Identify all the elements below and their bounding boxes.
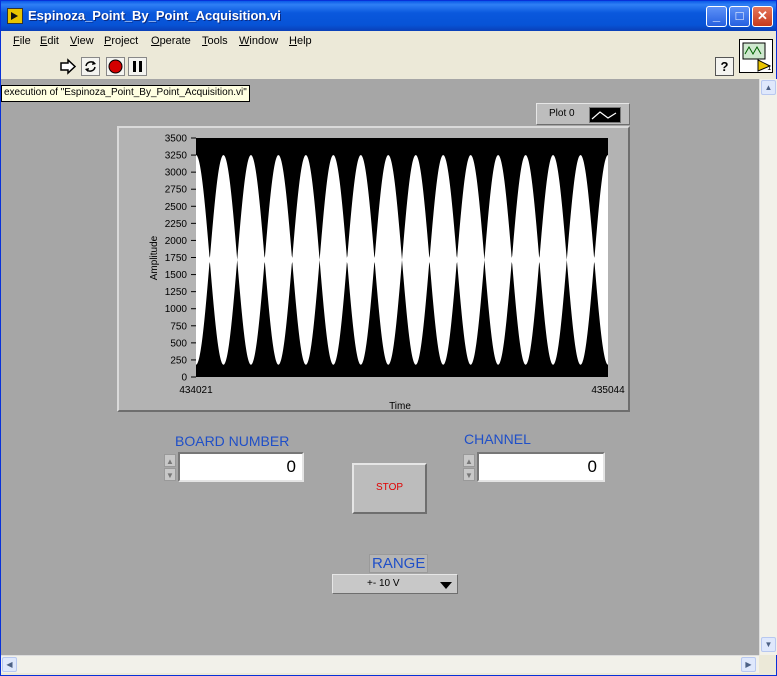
abort-execution-icon[interactable] <box>106 57 125 76</box>
minimize-button[interactable]: _ <box>706 6 727 27</box>
y-tick-label: 2750 <box>165 185 188 196</box>
menu-help[interactable]: Help <box>289 35 312 47</box>
y-tick-label: 250 <box>170 355 187 366</box>
y-tick-label: 0 <box>181 373 187 384</box>
menu-view[interactable]: View <box>70 35 94 47</box>
increment-arrow-icon[interactable]: ▲ <box>164 454 176 467</box>
scroll-left-icon[interactable]: ◀ <box>2 657 17 672</box>
y-tick-label: 2000 <box>165 236 188 247</box>
channel-arrows: ▲ ▼ <box>463 454 475 482</box>
y-tick-label: 1250 <box>165 287 188 298</box>
y-tick-label: 750 <box>170 321 187 332</box>
board-number-arrows: ▲ ▼ <box>164 454 176 482</box>
pause-icon[interactable] <box>128 57 147 76</box>
legend-line-swatch-icon <box>589 107 621 123</box>
decrement-arrow-icon[interactable]: ▼ <box>164 468 176 481</box>
toolbar: ? <box>1 51 776 80</box>
size-grip[interactable] <box>759 655 776 672</box>
legend-label: Plot 0 <box>549 108 575 119</box>
menu-tools[interactable]: Tools <box>202 35 228 47</box>
board-number-input[interactable]: 0 <box>178 452 304 482</box>
range-label: RANGE <box>369 554 429 573</box>
menu-window[interactable]: Window <box>239 35 278 47</box>
scroll-down-icon[interactable]: ▼ <box>761 637 776 652</box>
board-number-control: ▲ ▼ 0 <box>164 452 304 482</box>
x-tick-label-start: 434021 <box>179 385 213 396</box>
plot-legend[interactable]: Plot 0 <box>536 103 630 125</box>
horizontal-scrollbar[interactable]: ◀ ▶ <box>1 655 759 673</box>
y-tick-label: 3000 <box>165 168 188 179</box>
y-tick-label: 1000 <box>165 304 188 315</box>
menu-edit[interactable]: Edit <box>40 35 59 47</box>
y-tick-label: 2500 <box>165 202 188 213</box>
decrement-arrow-icon[interactable]: ▼ <box>463 468 475 481</box>
x-axis-label: Time <box>389 401 411 410</box>
range-selector[interactable]: +- 10 V <box>332 574 458 594</box>
y-axis-label: Amplitude <box>149 235 160 280</box>
y-tick-label: 2250 <box>165 219 188 230</box>
svg-text:1: 1 <box>767 64 771 72</box>
tooltip: execution of "Espinoza_Point_By_Point_Ac… <box>1 85 250 102</box>
menu-file[interactable]: File <box>13 35 31 47</box>
graph-canvas: 3500325030002750250022502000175015001250… <box>149 134 625 411</box>
context-help-button[interactable]: ? <box>715 57 734 76</box>
channel-label: CHANNEL <box>464 431 531 447</box>
x-tick-label-end: 435044 <box>591 385 625 396</box>
y-tick-label: 500 <box>170 338 187 349</box>
range-value: +- 10 V <box>367 578 400 589</box>
vi-connector-icon: 1 <box>739 39 773 73</box>
maximize-button[interactable]: □ <box>729 6 750 27</box>
window-title: Espinoza_Point_By_Point_Acquisition.vi <box>28 8 281 23</box>
title-bar[interactable]: Espinoza_Point_By_Point_Acquisition.vi _… <box>1 1 776 31</box>
menu-project[interactable]: Project <box>104 35 138 47</box>
dropdown-arrow-icon[interactable] <box>440 582 452 589</box>
scroll-up-icon[interactable]: ▲ <box>761 80 776 95</box>
channel-control: ▲ ▼ 0 <box>463 452 605 482</box>
channel-input[interactable]: 0 <box>477 452 605 482</box>
y-tick-label: 1500 <box>165 270 188 281</box>
y-tick-label: 3250 <box>165 151 188 162</box>
menu-operate[interactable]: Operate <box>151 35 191 47</box>
application-window: Espinoza_Point_By_Point_Acquisition.vi _… <box>0 0 777 676</box>
close-button[interactable]: ✕ <box>752 6 773 27</box>
increment-arrow-icon[interactable]: ▲ <box>463 454 475 467</box>
stop-button[interactable]: STOP <box>352 463 427 514</box>
y-tick-label: 1750 <box>165 253 188 264</box>
menu-bar: File Edit View Project Operate Tools Win… <box>1 31 776 51</box>
vertical-scrollbar[interactable]: ▲ ▼ <box>759 79 777 655</box>
run-continuously-icon[interactable] <box>81 57 100 76</box>
labview-vi-icon <box>7 8 23 24</box>
y-tick-label: 3500 <box>165 134 188 145</box>
run-arrow-icon[interactable] <box>59 57 78 76</box>
waveform-graph: 3500 3250 3000 2750 2500 2250 2000 1750 1500 1250… <box>117 126 630 412</box>
board-number-label: BOARD NUMBER <box>175 433 290 449</box>
scroll-right-icon[interactable]: ▶ <box>741 657 756 672</box>
